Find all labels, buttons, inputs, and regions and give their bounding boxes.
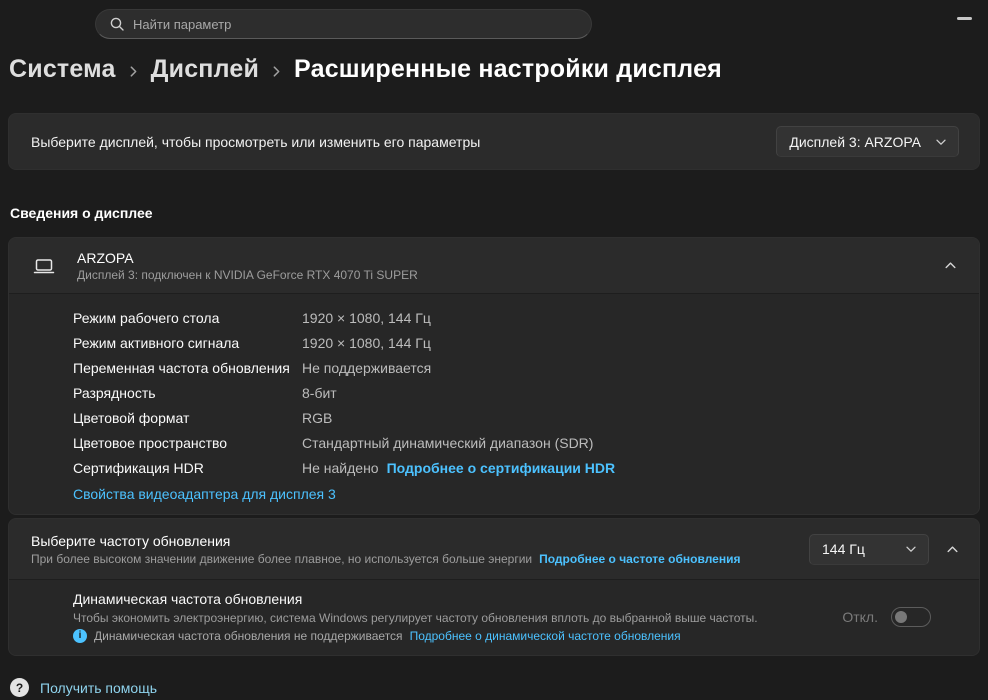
display-details-card: ARZOPA Дисплей 3: подключен к NVIDIA GeF… (8, 237, 980, 515)
help-icon: ? (10, 678, 29, 697)
breadcrumb-system[interactable]: Система (9, 55, 116, 84)
minimize-icon (956, 16, 972, 20)
display-select-value: Дисплей 3: ARZOPA (789, 133, 921, 150)
display-selector-label: Выберите дисплей, чтобы просмотреть или … (31, 133, 481, 150)
detail-row-hdr-certification: Сертификация HDR Не найдено Подробнее о … (73, 455, 959, 480)
search-input[interactable] (133, 16, 577, 32)
detail-value: 8-бит (302, 384, 337, 401)
detail-label: Разрядность (73, 384, 156, 401)
search-bar[interactable] (95, 9, 592, 39)
refresh-rate-title: Выберите частоту обновления (31, 532, 231, 549)
get-help-label: Получить помощь (40, 679, 158, 696)
dynamic-refresh-toggle[interactable] (891, 606, 931, 627)
refresh-rate-subtitle: При более высоком значении движение боле… (31, 551, 533, 566)
detail-value: RGB (302, 409, 333, 426)
detail-row-desktop-mode: Режим рабочего стола 1920 × 1080, 144 Гц (73, 305, 959, 330)
dynamic-refresh-unsupported-text: Динамическая частота обновления не подде… (94, 628, 403, 643)
info-icon: i (73, 628, 87, 643)
hdr-certification-link[interactable]: Подробнее о сертификации HDR (387, 460, 616, 476)
dynamic-refresh-title: Динамическая частота обновления (73, 590, 303, 607)
detail-label: Цветовое пространство (73, 434, 228, 451)
chevron-down-icon (905, 543, 917, 555)
detail-label: Переменная частота обновления (73, 359, 290, 376)
chevron-up-icon[interactable] (946, 543, 959, 556)
detail-row-signal-mode: Режим активного сигнала 1920 × 1080, 144… (73, 330, 959, 355)
chevron-up-icon[interactable] (944, 259, 957, 272)
display-name: ARZOPA (77, 249, 134, 266)
refresh-rate-dropdown[interactable]: 144 Гц (809, 533, 929, 565)
dynamic-refresh-subtitle: Чтобы экономить электроэнергию, система … (73, 610, 758, 625)
display-selector-card: Выберите дисплей, чтобы просмотреть или … (8, 113, 980, 170)
refresh-rate-header[interactable]: Выберите частоту обновления При более вы… (9, 519, 979, 579)
minimize-button[interactable] (948, 8, 980, 28)
chevron-right-icon (127, 62, 140, 78)
detail-label: Режим активного сигнала (73, 334, 240, 351)
search-icon (110, 17, 124, 31)
toggle-knob (895, 610, 907, 623)
video-adapter-properties-link[interactable]: Свойства видеоадаптера для дисплея 3 (73, 486, 336, 502)
display-details-body: Режим рабочего стола 1920 × 1080, 144 Гц… (9, 293, 979, 514)
refresh-rate-card: Выберите частоту обновления При более вы… (8, 518, 980, 656)
breadcrumb-display[interactable]: Дисплей (151, 55, 259, 84)
detail-value: Не найдено (302, 459, 379, 476)
chevron-right-icon (270, 62, 283, 78)
display-details-header[interactable]: ARZOPA Дисплей 3: подключен к NVIDIA GeF… (9, 238, 979, 293)
breadcrumb: Система Дисплей Расширенные настройки ди… (9, 55, 722, 84)
dynamic-refresh-section: Динамическая частота обновления Чтобы эк… (9, 579, 979, 655)
detail-value: 1920 × 1080, 144 Гц (302, 309, 431, 326)
dynamic-refresh-learn-more-link[interactable]: Подробнее о динамической частоте обновле… (410, 629, 681, 643)
get-help-link[interactable]: ? Получить помощь (10, 678, 157, 697)
detail-row-color-format: Цветовой формат RGB (73, 405, 959, 430)
chevron-down-icon (935, 136, 947, 148)
detail-value: 1920 × 1080, 144 Гц (302, 334, 431, 351)
detail-row-bit-depth: Разрядность 8-бит (73, 380, 959, 405)
refresh-rate-learn-more-link[interactable]: Подробнее о частоте обновления (539, 552, 740, 566)
detail-label: Сертификация HDR (73, 459, 204, 476)
detail-value: Не поддерживается (302, 359, 432, 376)
detail-row-vrr: Переменная частота обновления Не поддерж… (73, 355, 959, 380)
refresh-rate-value: 144 Гц (822, 541, 865, 557)
display-info-heading: Сведения о дисплее (10, 205, 153, 221)
detail-label: Цветовой формат (73, 409, 190, 426)
detail-row-color-space: Цветовое пространство Стандартный динами… (73, 430, 959, 455)
detail-value: Стандартный динамический диапазон (SDR) (302, 434, 594, 451)
display-select-dropdown[interactable]: Дисплей 3: ARZOPA (776, 126, 959, 157)
detail-label: Режим рабочего стола (73, 309, 220, 326)
toggle-state-label: Откл. (842, 608, 878, 625)
monitor-icon (31, 253, 57, 279)
display-connection-info: Дисплей 3: подключен к NVIDIA GeForce RT… (77, 267, 418, 282)
page-title: Расширенные настройки дисплея (294, 55, 722, 83)
